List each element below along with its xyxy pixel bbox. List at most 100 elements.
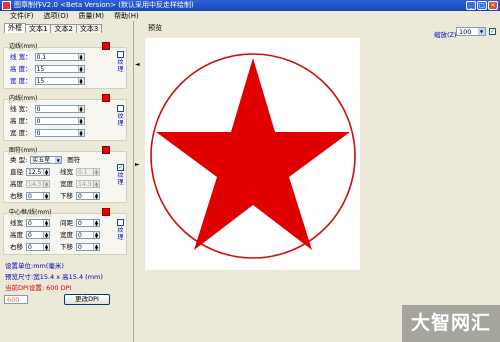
window-controls: _ □ × — [466, 1, 498, 10]
center-color-swatch[interactable] — [102, 208, 110, 216]
center-right-input[interactable]: 0 ▲ ▼ — [26, 243, 50, 251]
pattern-height-label: 高度 — [10, 180, 23, 188]
pattern-texture-label: 纹理 — [117, 172, 124, 186]
outer-border-group: 边线(mm) 线 宽： 0.1 ▲ ▼ 高 度： 15 ▲ ▼ 宽 度： 15 ▲ ▼ — [3, 43, 127, 89]
center-width-input[interactable]: 0 ▲ ▼ — [76, 231, 100, 239]
window-title: 图章制作V2.0 <Beta Version> (默认采用中反走样绘制) — [14, 1, 194, 9]
tab-text1[interactable]: 文本1 — [25, 24, 52, 33]
inner-color-swatch[interactable] — [102, 94, 110, 102]
settings-panel: 外框 文本1 文本2 文本3 边线(mm) 线 宽： 0.1 ▲ ▼ 高 度： 15… — [0, 21, 134, 342]
close-button[interactable]: × — [488, 1, 498, 10]
outer-height-input[interactable]: 15 ▲ ▼ — [34, 65, 85, 73]
preview-canvas — [145, 38, 360, 270]
center-height-input[interactable]: 0 ▲ ▼ — [26, 231, 50, 239]
center-height-label: 高度 — [10, 231, 23, 239]
inner-linewidth-label: 线 宽： — [10, 105, 32, 113]
pattern-image-button[interactable]: 图符 — [67, 156, 80, 164]
center-frame-label: 中心框/线(mm) — [8, 209, 53, 217]
pattern-down-input[interactable]: 0 ▲ ▼ — [76, 192, 100, 200]
center-frame-group: 中心框/线(mm) 线宽 0 ▲ ▼ 间距 0 ▲ ▼ 高度 0 ▲ ▼ 宽度 0 ▲ ▼ 右移… — [3, 209, 127, 255]
pattern-linewidth-label: 线宽 — [60, 168, 73, 176]
center-offset-row: 右移 0 ▲ ▼ 下移 0 ▲ ▼ — [10, 243, 100, 251]
preview-label: 预览 — [148, 24, 162, 32]
outer-width-row: 宽 度： 15 ▲ ▼ — [10, 77, 85, 85]
maximize-button[interactable]: □ — [477, 1, 487, 10]
pattern-diameter-row: 直径 12.5 ▲ ▼ 线宽 0.1 ▲ ▼ — [10, 168, 100, 176]
pattern-linewidth-input[interactable]: 0.1 ▲ ▼ — [76, 168, 100, 176]
center-linewidth-input[interactable]: 0 ▲ ▼ — [26, 219, 50, 227]
pattern-offset-row: 右移 0 ▲ ▼ 下移 0 ▲ ▼ — [10, 192, 100, 200]
inner-height-label: 高 度： — [10, 117, 32, 125]
stamp-preview — [150, 53, 356, 259]
center-spacing-input[interactable]: 0 ▲ ▼ — [76, 219, 100, 227]
inner-linewidth-input[interactable]: 0 ▲ ▼ — [34, 105, 85, 113]
settings-tabs: 外框 文本1 文本2 文本3 — [4, 23, 103, 33]
pattern-width-input[interactable]: 14.3 ▲ ▼ — [76, 180, 100, 188]
menu-help[interactable]: 帮助(H) — [109, 11, 144, 21]
outer-linewidth-input[interactable]: 0.1 ▲ ▼ — [34, 53, 85, 61]
title-bar: 图章制作V2.0 <Beta Version> (默认采用中反走样绘制) _ □… — [0, 0, 500, 11]
zoom-select[interactable]: 100 ▼ — [456, 27, 486, 36]
center-texture-label: 纹理 — [117, 227, 124, 241]
inner-height-input[interactable]: 0 ▲ ▼ — [34, 117, 85, 125]
change-dpi-button[interactable]: 更改DPI — [64, 294, 110, 305]
minimize-button[interactable]: _ — [466, 1, 476, 10]
expand-right-arrow-icon[interactable]: ► — [135, 161, 140, 168]
menu-quality[interactable]: 质量(M) — [73, 11, 109, 21]
pattern-type-label: 类 型: — [10, 156, 28, 164]
outer-border-label: 边线(mm) — [8, 43, 39, 51]
watermark-logo: 大智网汇 — [402, 305, 500, 342]
pattern-type-row: 类 型: 实五星 ▼ 图符 — [10, 156, 80, 164]
panel-splitter[interactable]: ◄ ► — [134, 21, 142, 342]
tab-frame[interactable]: 外框 — [4, 23, 26, 33]
outer-linewidth-row: 线 宽： 0.1 ▲ ▼ — [10, 53, 85, 61]
dpi-input[interactable]: 600 — [4, 295, 28, 304]
unit-info: 设置单位:mm(毫米) — [5, 262, 64, 270]
center-line-row: 线宽 0 ▲ ▼ 间距 0 ▲ ▼ — [10, 219, 100, 227]
center-down-label: 下移 — [60, 243, 73, 251]
pattern-texture-checkbox[interactable]: ✓ — [117, 164, 124, 171]
pattern-label: 图符(mm) — [8, 147, 39, 155]
inner-width-label: 宽 度： — [10, 129, 32, 137]
menu-file[interactable]: 文件(F) — [0, 11, 39, 21]
chevron-down-icon: ▼ — [478, 28, 485, 35]
outer-texture-checkbox[interactable] — [117, 51, 124, 58]
menu-options[interactable]: 选项(O) — [39, 11, 74, 21]
inner-height-row: 高 度： 0 ▲ ▼ — [10, 117, 85, 125]
pattern-right-label: 右移 — [10, 192, 23, 200]
pattern-color-swatch[interactable] — [102, 146, 110, 154]
dpi-info: 当前DPI设置: 600 DPI — [5, 284, 72, 292]
inner-line-label: 内线(mm) — [8, 95, 39, 103]
collapse-left-arrow-icon[interactable]: ◄ — [135, 61, 140, 68]
center-texture-checkbox[interactable] — [117, 219, 124, 226]
outer-color-swatch[interactable] — [102, 42, 110, 50]
inner-width-row: 宽 度： 0 ▲ ▼ — [10, 129, 85, 137]
outer-texture-label: 纹理 — [117, 59, 124, 73]
center-right-label: 右移 — [10, 243, 23, 251]
pattern-width-label: 宽度 — [60, 180, 73, 188]
star-pattern — [156, 58, 350, 250]
center-down-input[interactable]: 0 ▲ ▼ — [76, 243, 100, 251]
zoom-value: 100 — [459, 28, 472, 36]
tab-text2[interactable]: 文本2 — [50, 24, 77, 33]
preview-panel: 预览 缩放(Z) 100 ▼ % ✓ — [142, 21, 500, 342]
outer-width-input[interactable]: 15 ▲ ▼ — [34, 77, 85, 85]
pattern-right-input[interactable]: 0 ▲ ▼ — [26, 192, 50, 200]
tab-text3[interactable]: 文本3 — [75, 24, 103, 33]
pattern-type-select[interactable]: 实五星 ▼ — [30, 156, 63, 164]
app-icon — [2, 1, 11, 10]
preview-size-info: 预览尺寸:宽15.4 x 高15.4 (mm) — [5, 273, 103, 281]
inner-texture-checkbox[interactable] — [117, 105, 124, 112]
pattern-diameter-input[interactable]: 12.5 ▲ ▼ — [26, 168, 50, 176]
inner-line-group: 内线(mm) 线 宽： 0 ▲ ▼ 高 度： 0 ▲ ▼ 宽 度： 0 ▲ ▼ — [3, 95, 127, 141]
menu-bar: 文件(F) 选项(O) 质量(M) 帮助(H) — [0, 11, 500, 21]
outer-width-label: 宽 度： — [10, 77, 32, 85]
center-linewidth-label: 线宽 — [10, 219, 23, 227]
pattern-height-input[interactable]: 14.3 ▲ ▼ — [26, 180, 50, 188]
inner-width-input[interactable]: 0 ▲ ▼ — [34, 129, 85, 137]
center-width-label: 宽度 — [60, 231, 73, 239]
center-spacing-label: 间距 — [60, 219, 73, 227]
zoom-checkbox[interactable]: ✓ — [489, 28, 496, 35]
outer-linewidth-label: 线 宽： — [10, 53, 32, 61]
pattern-down-label: 下移 — [60, 192, 73, 200]
